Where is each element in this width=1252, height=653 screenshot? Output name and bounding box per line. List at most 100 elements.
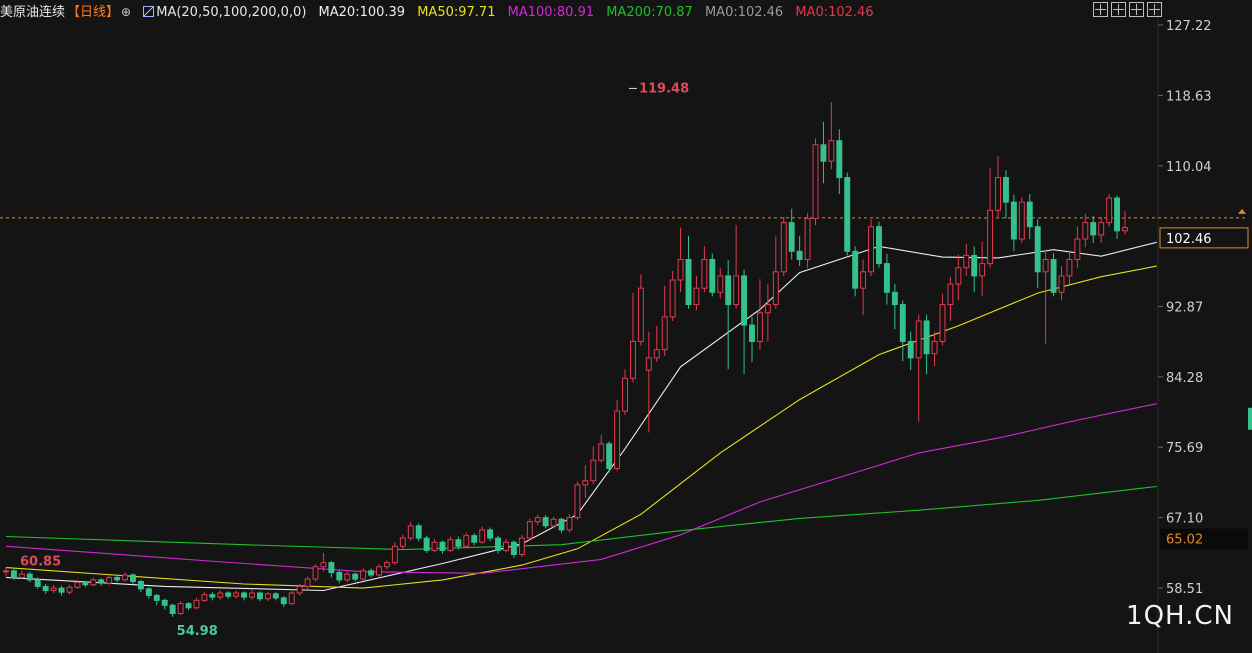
candle[interactable]: [614, 410, 621, 469]
candle[interactable]: [161, 599, 168, 606]
candle[interactable]: [447, 539, 454, 551]
candle[interactable]: [534, 517, 541, 523]
candle[interactable]: [542, 517, 549, 527]
candle[interactable]: [526, 521, 533, 539]
candle[interactable]: [939, 304, 946, 342]
candle[interactable]: [304, 578, 311, 587]
candle[interactable]: [820, 144, 827, 162]
candle[interactable]: [907, 340, 914, 359]
candle[interactable]: [18, 573, 25, 578]
candle[interactable]: [58, 587, 65, 593]
candle[interactable]: [415, 525, 422, 539]
candle[interactable]: [979, 263, 986, 277]
candle[interactable]: [606, 443, 613, 469]
candle[interactable]: [558, 518, 565, 531]
candle[interactable]: [756, 312, 763, 342]
candle[interactable]: [439, 541, 446, 551]
candle[interactable]: [50, 587, 57, 592]
candle[interactable]: [772, 271, 779, 306]
candle[interactable]: [812, 144, 819, 220]
candle[interactable]: [1098, 222, 1105, 236]
candle[interactable]: [764, 304, 771, 314]
candle[interactable]: [550, 518, 557, 527]
candle[interactable]: [1026, 201, 1033, 228]
candle[interactable]: [3, 570, 9, 573]
candle[interactable]: [1106, 197, 1113, 224]
candle[interactable]: [391, 545, 398, 564]
candle[interactable]: [98, 579, 105, 584]
candle[interactable]: [947, 283, 954, 306]
candle[interactable]: [931, 340, 938, 355]
candle[interactable]: [130, 574, 136, 583]
candle[interactable]: [336, 572, 343, 581]
candle[interactable]: [653, 349, 660, 359]
candle[interactable]: [407, 525, 414, 539]
candle[interactable]: [185, 603, 192, 609]
candle[interactable]: [780, 222, 787, 273]
prev-page-icon[interactable]: [1129, 2, 1144, 17]
candle[interactable]: [487, 529, 494, 539]
candle[interactable]: [574, 484, 581, 519]
candle[interactable]: [495, 537, 502, 551]
candle[interactable]: [34, 579, 41, 587]
candle[interactable]: [455, 539, 462, 547]
candle[interactable]: [685, 259, 692, 306]
candle[interactable]: [328, 562, 335, 574]
candle[interactable]: [399, 537, 406, 547]
candle[interactable]: [733, 275, 740, 306]
candle[interactable]: [1058, 275, 1065, 293]
candle[interactable]: [1050, 259, 1057, 293]
ma-params[interactable]: MA(20,50,100,200,0,0): [156, 5, 306, 20]
candle[interactable]: [82, 581, 89, 586]
instrument-name[interactable]: 美原油连续: [0, 5, 65, 20]
candle[interactable]: [828, 140, 835, 162]
candle[interactable]: [701, 259, 708, 289]
candle[interactable]: [510, 541, 517, 555]
candle[interactable]: [868, 226, 875, 273]
candle[interactable]: [280, 597, 287, 605]
candle[interactable]: [709, 259, 716, 293]
candle[interactable]: [264, 593, 271, 600]
candle[interactable]: [915, 320, 922, 359]
candle[interactable]: [272, 593, 279, 599]
candle[interactable]: [256, 592, 263, 600]
candle[interactable]: [590, 459, 597, 482]
candle[interactable]: [741, 275, 748, 326]
candle[interactable]: [669, 279, 676, 318]
candle[interactable]: [899, 304, 906, 342]
candle[interactable]: [42, 585, 49, 592]
candle[interactable]: [987, 209, 994, 265]
candle[interactable]: [804, 218, 811, 261]
candle[interactable]: [503, 541, 509, 551]
candle[interactable]: [233, 592, 240, 597]
candle[interactable]: [288, 592, 295, 605]
candle[interactable]: [201, 594, 208, 601]
candle[interactable]: [1090, 222, 1097, 236]
crosshair-icon[interactable]: ⊕: [121, 5, 131, 19]
candle[interactable]: [1018, 201, 1025, 240]
candle[interactable]: [471, 535, 478, 543]
candle[interactable]: [796, 250, 803, 261]
candle[interactable]: [296, 585, 303, 594]
candle[interactable]: [637, 287, 644, 342]
candle[interactable]: [431, 541, 438, 551]
candle[interactable]: [360, 570, 367, 580]
indicator-icon[interactable]: [143, 6, 155, 17]
split-layout-icon[interactable]: [1111, 2, 1126, 17]
candle[interactable]: [891, 291, 898, 306]
candle[interactable]: [566, 517, 573, 531]
period-label[interactable]: 【日线】: [67, 5, 119, 20]
candle[interactable]: [209, 594, 216, 598]
next-page-icon[interactable]: [1147, 2, 1162, 17]
candle[interactable]: [145, 588, 152, 596]
candle[interactable]: [598, 443, 605, 461]
candle[interactable]: [995, 177, 1001, 211]
candle[interactable]: [320, 562, 327, 568]
candle[interactable]: [860, 271, 867, 289]
candle[interactable]: [90, 579, 97, 586]
candle[interactable]: [376, 566, 382, 576]
candle[interactable]: [661, 316, 668, 351]
candle[interactable]: [479, 529, 486, 543]
candle[interactable]: [169, 604, 176, 614]
candle[interactable]: [1010, 201, 1017, 240]
